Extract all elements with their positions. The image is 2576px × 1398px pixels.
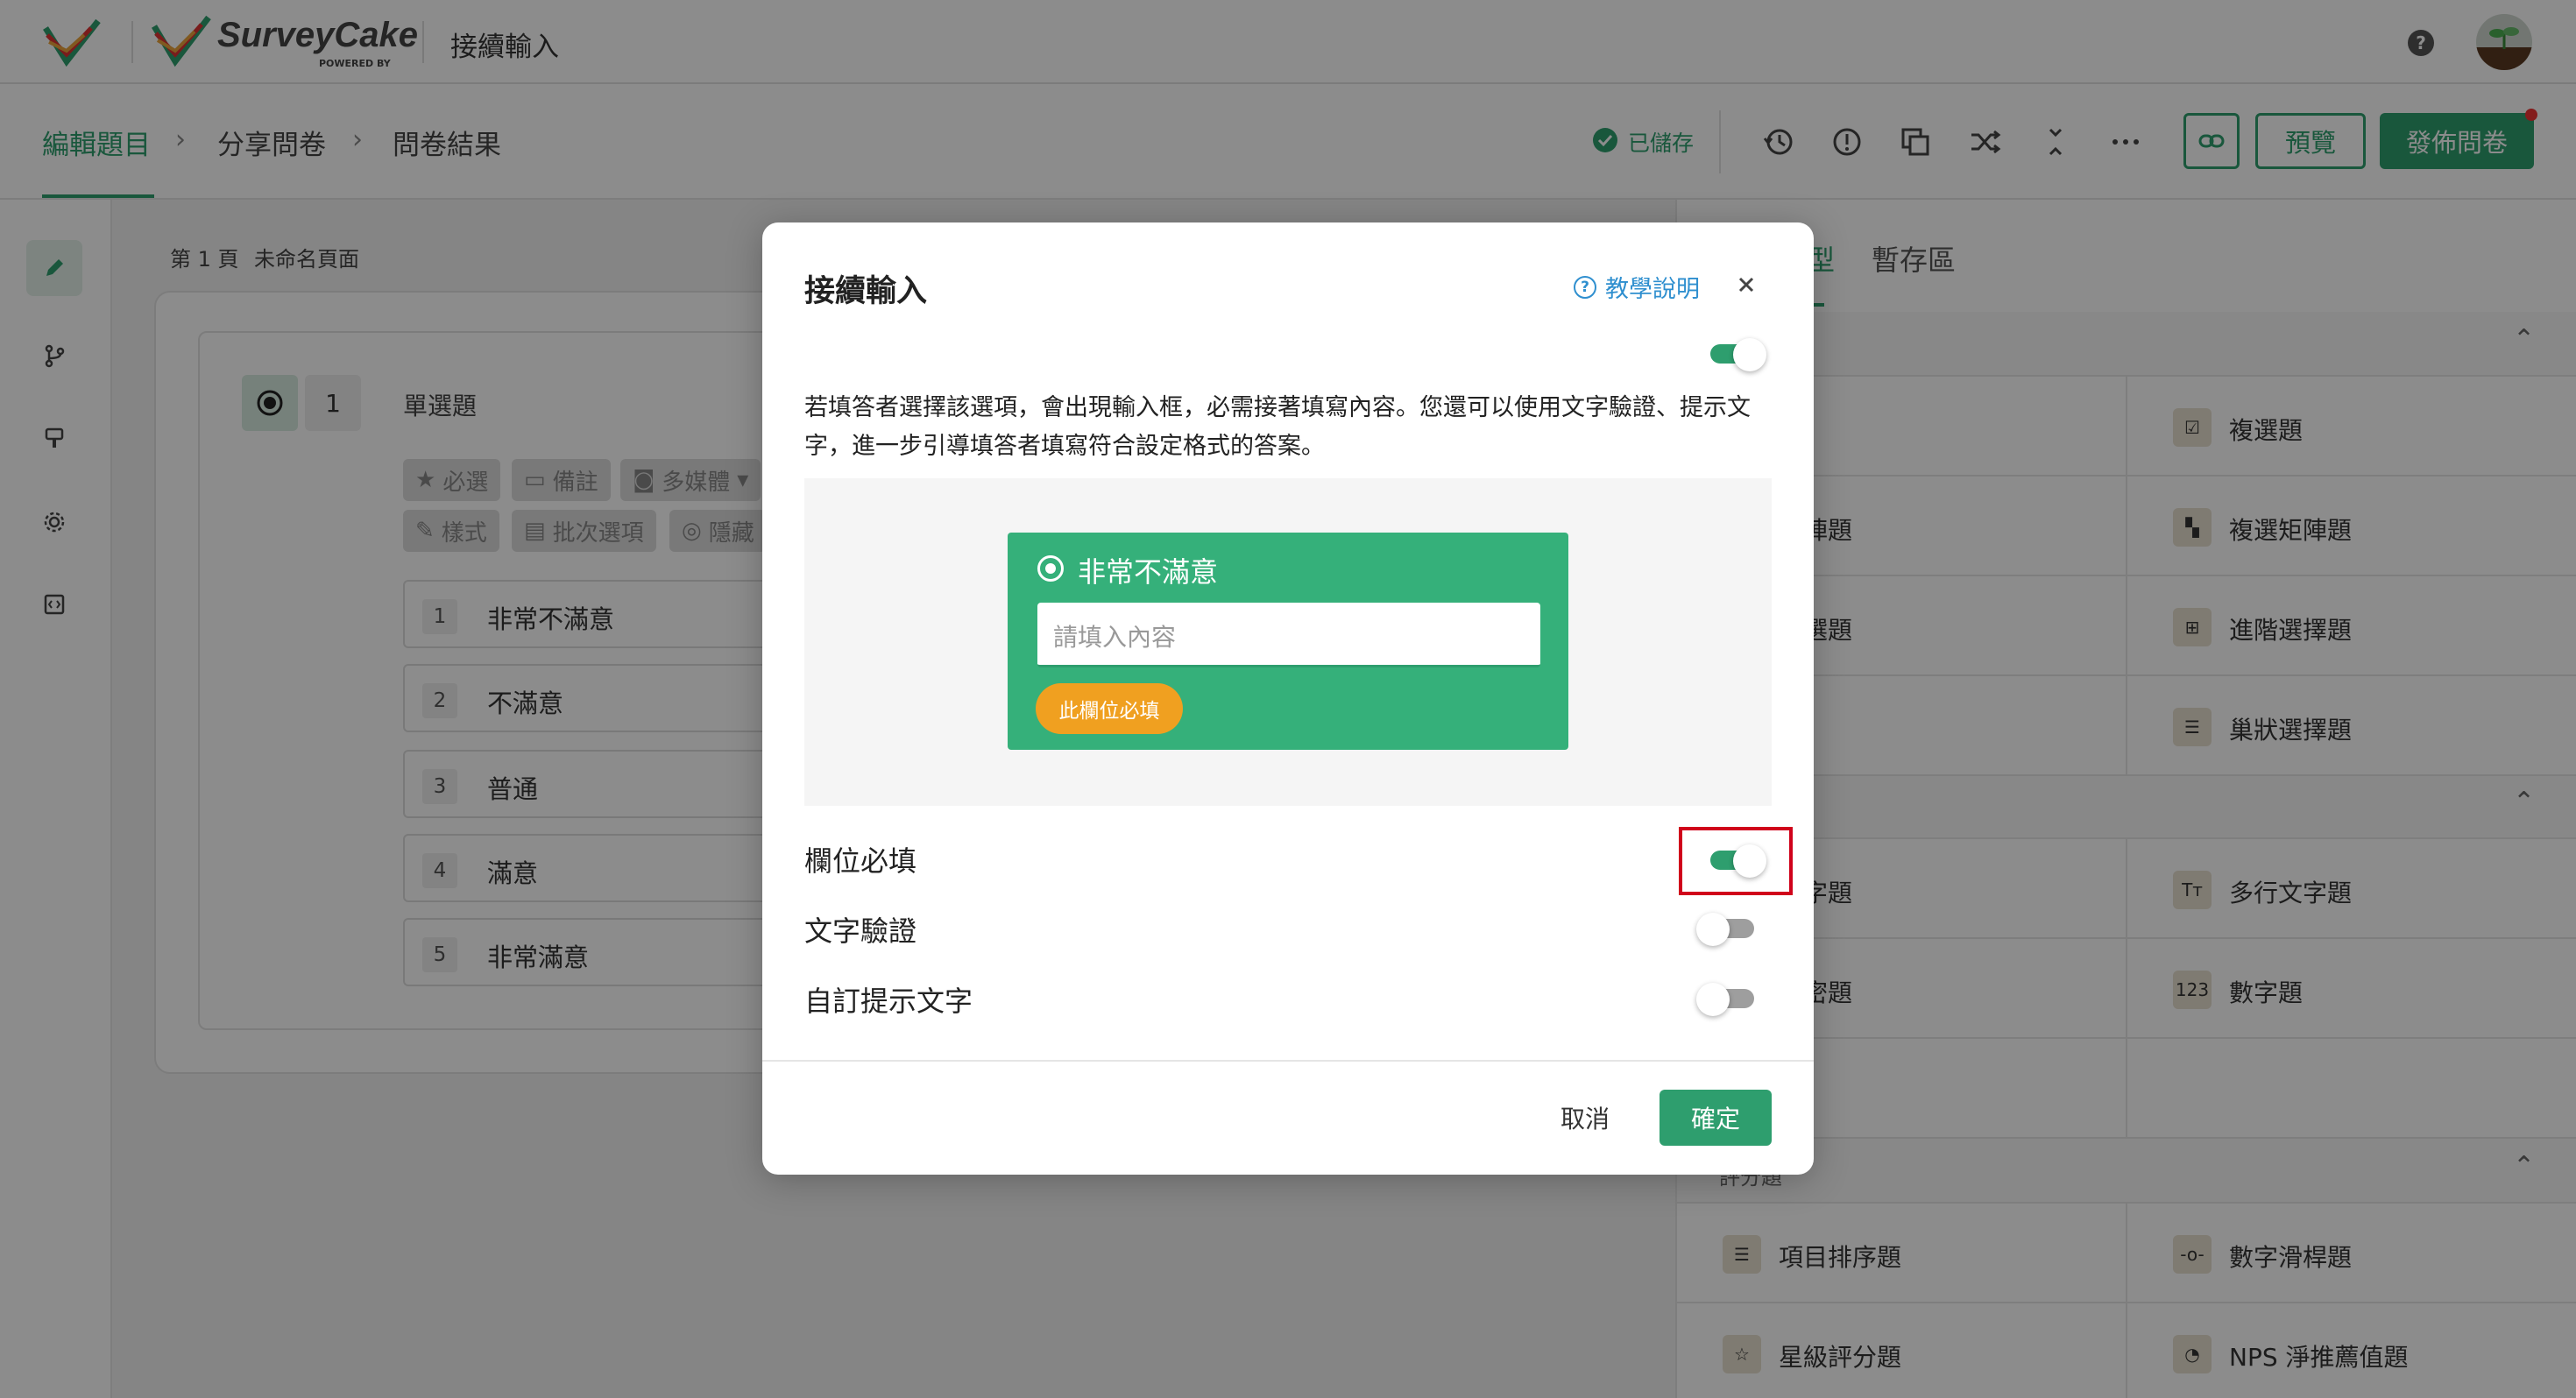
enable-toggle[interactable]: [1703, 338, 1766, 371]
confirm-button[interactable]: 確定: [1660, 1090, 1772, 1146]
preview-input[interactable]: 請填入內容: [1037, 603, 1540, 667]
required-badge: 此欄位必填: [1036, 683, 1183, 734]
follow-up-input-dialog: 接續輸入 ? 教學說明 若填答者選擇該選項，會出現輸入框，必需接著填寫內容。您還…: [762, 222, 1814, 1175]
help-link[interactable]: ? 教學說明: [1574, 270, 1700, 304]
preview-area: 非常不滿意 請填入內容 此欄位必填: [804, 478, 1772, 806]
radio-selected-icon: [1037, 555, 1064, 582]
question-circle-icon: ?: [1574, 275, 1596, 299]
dialog-description: 若填答者選擇該選項，會出現輸入框，必需接著填寫內容。您還可以使用文字驗證、提示文…: [804, 394, 1751, 460]
close-icon[interactable]: [1731, 270, 1761, 300]
validation-label: 文字驗證: [804, 914, 917, 948]
required-label: 欄位必填: [804, 844, 917, 878]
preview-option-label: 非常不滿意: [1078, 555, 1219, 589]
custom-hint-label: 自訂提示文字: [804, 985, 973, 1018]
validation-toggle[interactable]: [1696, 913, 1756, 946]
dialog-title: 接續輸入: [804, 274, 928, 309]
required-toggle[interactable]: [1703, 844, 1766, 878]
custom-hint-toggle[interactable]: [1696, 983, 1756, 1016]
cancel-button[interactable]: 取消: [1537, 1090, 1633, 1146]
preview-card: 非常不滿意 請填入內容 此欄位必填: [1008, 533, 1568, 750]
